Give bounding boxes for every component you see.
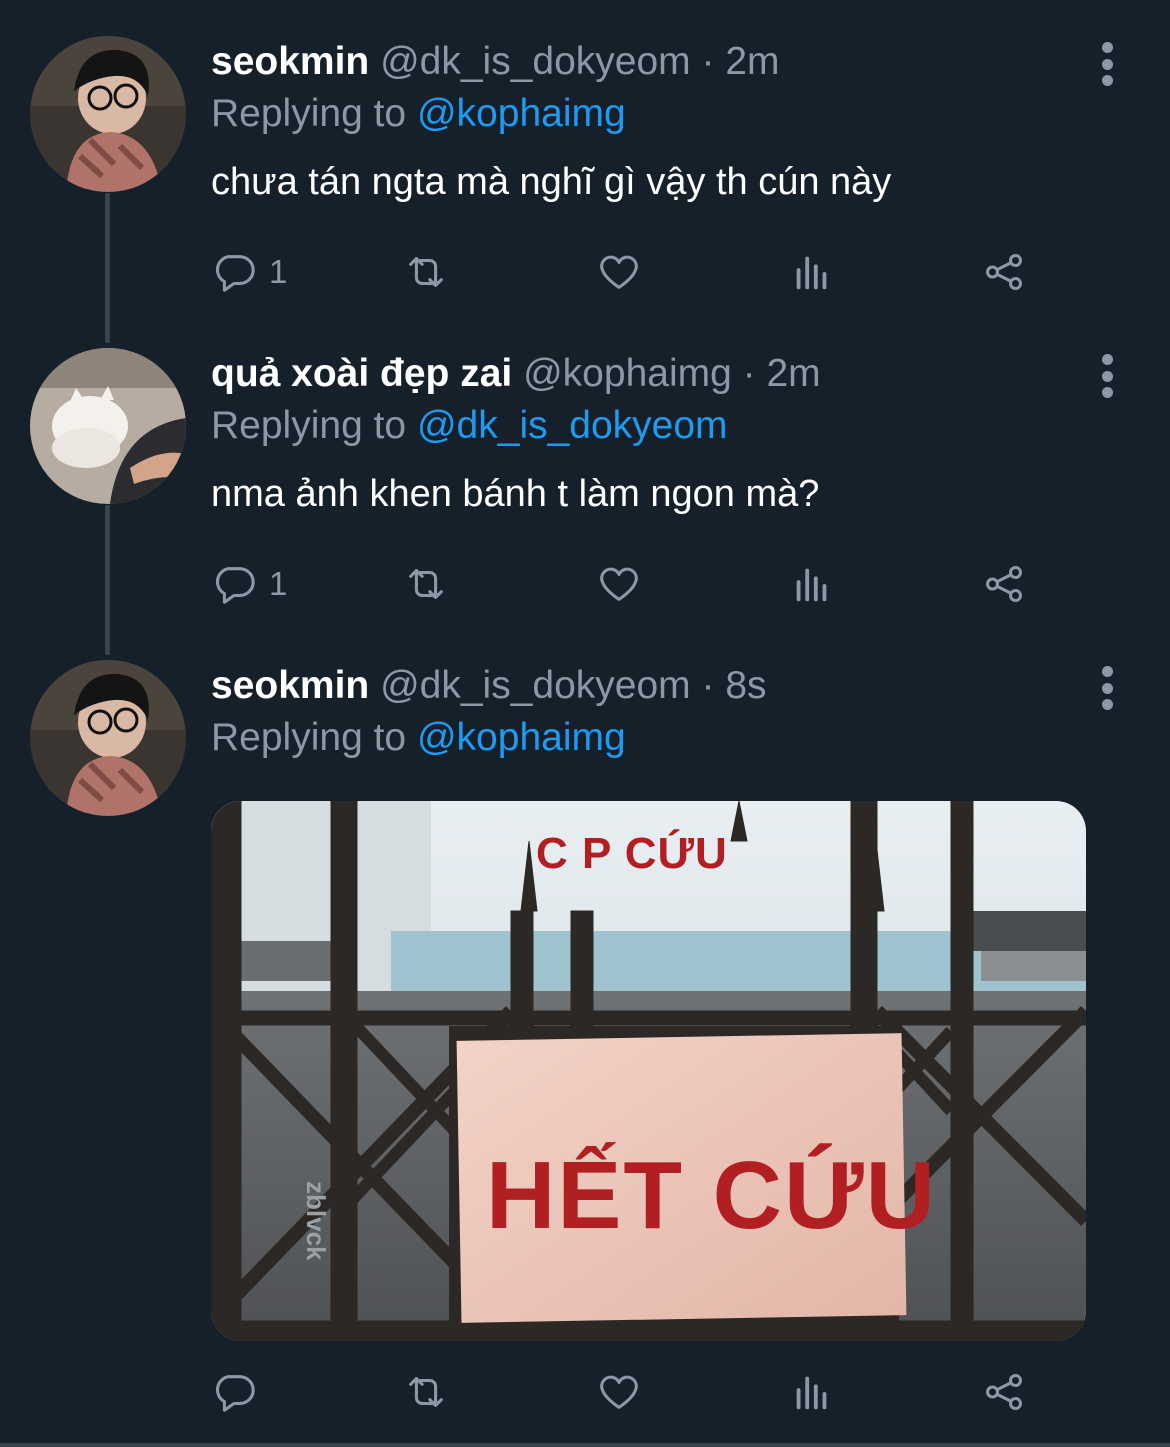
analytics-icon xyxy=(796,568,827,602)
bottom-divider xyxy=(0,1443,1170,1447)
retweet-button[interactable] xyxy=(403,559,449,609)
more-vertical-icon[interactable] xyxy=(1097,354,1117,398)
more-vertical-icon[interactable] xyxy=(1097,666,1117,710)
avatar[interactable] xyxy=(30,660,186,816)
retweet-icon xyxy=(409,1377,443,1407)
like-button[interactable] xyxy=(596,247,642,297)
analytics-button[interactable] xyxy=(789,247,835,297)
separator-dot: · xyxy=(701,664,715,707)
reply-icon xyxy=(215,567,255,604)
analytics-icon xyxy=(796,1376,827,1410)
reply-button[interactable] xyxy=(211,1367,257,1417)
reply-count: 1 xyxy=(269,565,288,602)
user-handle[interactable]: @dk_is_dokyeom xyxy=(380,40,691,83)
heart-icon xyxy=(600,1375,638,1409)
sign-main-text: HẾT CỨU xyxy=(486,1142,937,1249)
avatar-photo xyxy=(30,660,186,816)
replying-to-label: Replying to xyxy=(211,92,407,135)
timestamp[interactable]: 2m xyxy=(766,352,820,395)
analytics-icon xyxy=(796,256,827,290)
tweet-actions: 1 xyxy=(211,559,1041,609)
share-button[interactable] xyxy=(981,247,1027,297)
more-vertical-icon[interactable] xyxy=(1097,42,1117,86)
retweet-icon xyxy=(409,257,443,287)
reply-icon xyxy=(215,255,255,292)
timestamp[interactable]: 8s xyxy=(725,664,766,707)
retweet-button[interactable] xyxy=(403,1367,449,1417)
tweet-header: seokmin @dk_is_dokyeom · 2m xyxy=(211,36,1090,88)
replying-to: Replying to @kophaimg xyxy=(211,712,1090,764)
tweet-header: seokmin @dk_is_dokyeom · 8s xyxy=(211,660,1090,712)
heart-icon xyxy=(600,567,638,601)
replying-to: Replying to @dk_is_dokyeom xyxy=(211,400,1090,452)
separator-dot: · xyxy=(742,352,756,395)
tweet-header: quả xoài đẹp zai @kophaimg · 2m xyxy=(211,348,1090,400)
like-button[interactable] xyxy=(596,559,642,609)
tweet-text: nma ảnh khen bánh t làm ngon mà? xyxy=(211,473,820,515)
tweet[interactable]: seokmin @dk_is_dokyeom · 8s Replying to … xyxy=(0,660,1170,816)
avatar[interactable] xyxy=(30,348,186,504)
user-handle[interactable]: @kophaimg xyxy=(523,352,732,395)
share-button[interactable] xyxy=(981,1367,1027,1417)
avatar-photo xyxy=(30,348,186,504)
retweet-button[interactable] xyxy=(403,247,449,297)
mention-link[interactable]: @kophaimg xyxy=(417,92,626,135)
share-icon xyxy=(985,253,1023,291)
display-name[interactable]: quả xoài đẹp zai xyxy=(211,352,512,395)
like-button[interactable] xyxy=(596,1367,642,1417)
tweet-media-image[interactable]: C P CỨU HẾT CỨU zblvck xyxy=(211,801,1086,1341)
watermark-text: zblvck xyxy=(301,1181,331,1261)
sign-background-text: C P CỨU xyxy=(536,829,728,878)
avatar-photo xyxy=(30,36,186,192)
media-photo xyxy=(211,801,1086,1341)
reply-button[interactable]: 1 xyxy=(211,247,287,297)
share-icon xyxy=(985,1373,1023,1411)
display-name[interactable]: seokmin xyxy=(211,664,369,707)
analytics-button[interactable] xyxy=(789,1367,835,1417)
user-handle[interactable]: @dk_is_dokyeom xyxy=(380,664,691,707)
analytics-button[interactable] xyxy=(789,559,835,609)
timestamp[interactable]: 2m xyxy=(725,40,779,83)
reply-count: 1 xyxy=(269,253,288,290)
reply-icon xyxy=(215,1375,255,1412)
tweet-actions: 1 xyxy=(211,247,1041,297)
avatar[interactable] xyxy=(30,36,186,192)
retweet-icon xyxy=(409,569,443,599)
replying-to-label: Replying to xyxy=(211,404,407,447)
separator-dot: · xyxy=(701,40,715,83)
share-icon xyxy=(985,565,1023,603)
share-button[interactable] xyxy=(981,559,1027,609)
mention-link[interactable]: @dk_is_dokyeom xyxy=(417,404,728,447)
tweet-actions xyxy=(211,1367,1041,1417)
replying-to-label: Replying to xyxy=(211,716,407,759)
display-name[interactable]: seokmin xyxy=(211,40,369,83)
reply-button[interactable]: 1 xyxy=(211,559,287,609)
tweet-text: chưa tán ngta mà nghĩ gì vậy th cún này xyxy=(211,161,892,203)
replying-to: Replying to @kophaimg xyxy=(211,88,1090,140)
mention-link[interactable]: @kophaimg xyxy=(417,716,626,759)
heart-icon xyxy=(600,255,638,289)
